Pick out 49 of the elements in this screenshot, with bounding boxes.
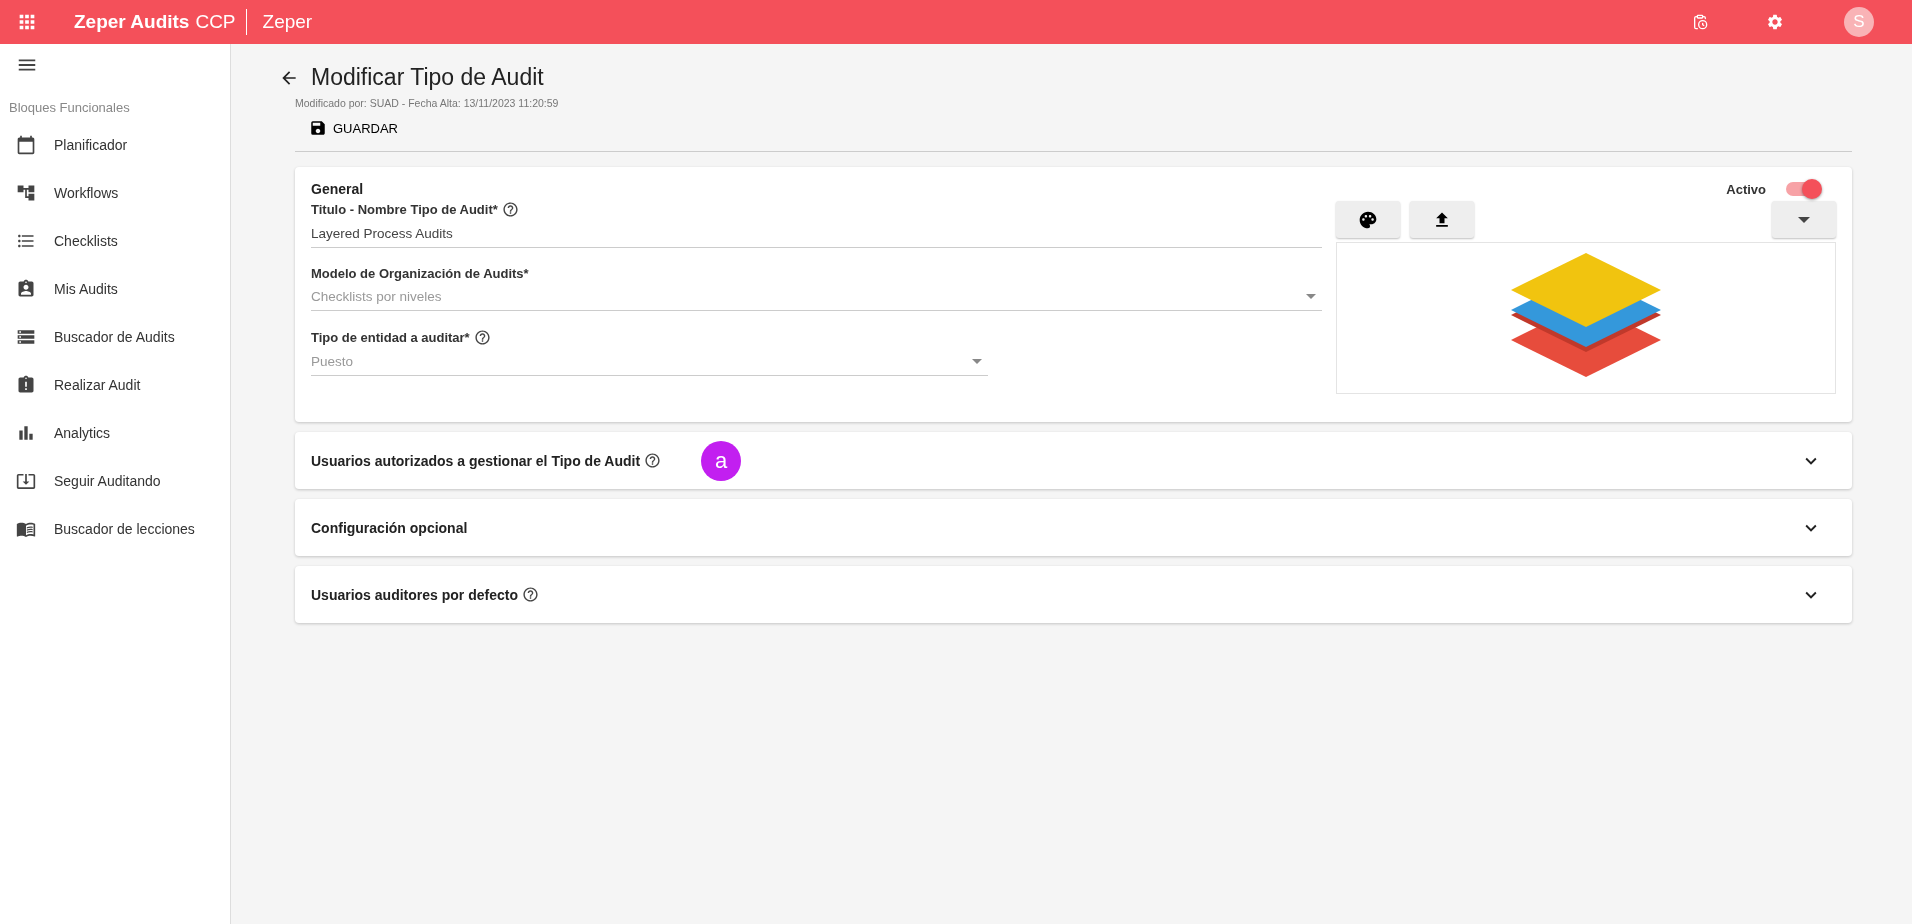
sidebar-item[interactable]: Planificador [0,121,230,169]
modified-info: Modificado por: SUAD - Fecha Alta: 13/11/2023 11:20:59 [295,97,560,109]
palette-button[interactable] [1336,201,1400,238]
sidebar-item[interactable]: Buscador de lecciones [0,505,230,553]
app-name: Zeper Audits [74,11,190,33]
help-icon[interactable] [521,586,539,603]
company-name: Zeper [262,11,313,33]
clipboard-alert-icon [16,375,36,395]
caret-icon [1798,216,1810,223]
help-icon[interactable] [644,452,662,469]
accordion-panel[interactable]: Configuración opcional [295,499,1852,556]
field-label: Tipo de entidad a auditar* [311,330,470,345]
annotation-badge: a [701,440,742,481]
hierarchy-icon [16,183,36,203]
dropdown-caret-icon [972,359,983,364]
sidebar-section-title: Bloques Funcionales [8,100,131,115]
card-title: General [311,181,364,197]
active-toggle[interactable] [1786,182,1820,196]
sidebar-item[interactable]: Checklists [0,217,230,265]
upload-button[interactable] [1410,201,1474,238]
help-icon[interactable] [501,201,519,218]
section-title: Usuarios autorizados a gestionar el Tipo de Audit [311,452,641,469]
sidebar-item[interactable]: Workflows [0,169,230,217]
accordion-panel[interactable]: Usuarios auditores por defecto [295,566,1852,623]
section-title: Configuración opcional [311,519,468,536]
accordion-panel[interactable]: Usuarios autorizados a gestionar el Tipo de Audit a [295,432,1852,489]
sidebar-item[interactable]: Analytics [0,409,230,457]
dropdown-caret-icon [1306,294,1316,299]
sidebar-item[interactable]: Seguir Auditando [0,457,230,505]
field-label: Modelo de Organización de Audits* [311,266,529,281]
settings-icon[interactable] [1766,13,1784,31]
app-suffix: CCP [195,11,236,33]
palette-icon [1358,209,1378,230]
calendar-icon [16,135,36,155]
person-card-icon [16,279,36,299]
download-icon [16,471,36,491]
toggle-label: Activo [1726,181,1766,197]
field-label: Titulo - Nombre Tipo de Audit* [311,202,498,217]
sidebar-item[interactable]: Buscador de Audits [0,313,230,361]
sidebar-item[interactable]: Mis Audits [0,265,230,313]
save-button[interactable]: GUARDAR [295,109,412,147]
stack-icon [16,327,36,347]
input-field[interactable]: Layered Process Audits [311,218,1322,248]
page-title: Modificar Tipo de Audit [311,64,544,91]
bar-chart-icon [16,423,36,443]
sidebar-item[interactable]: Realizar Audit [0,361,230,409]
section-title: Usuarios auditores por defecto [311,586,518,603]
help-icon[interactable] [473,329,491,346]
clipboard-clock-icon[interactable] [1692,14,1708,30]
